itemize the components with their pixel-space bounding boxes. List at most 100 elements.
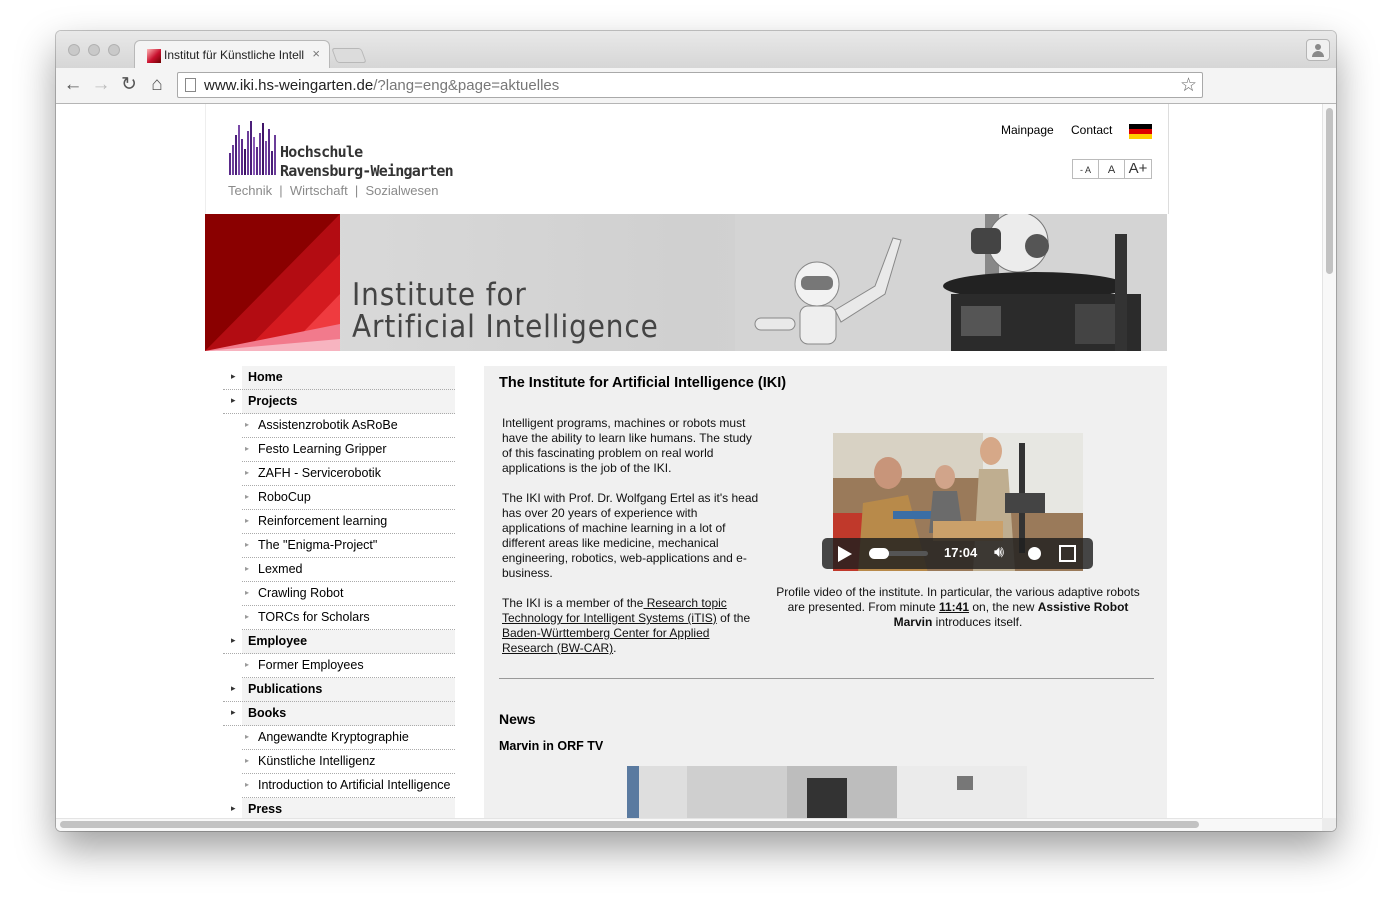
sidebar-item-label[interactable]: Assistenzrobotik AsRoBe — [258, 418, 398, 432]
bullet-icon: ▸ — [231, 707, 236, 717]
sidebar-item-label[interactable]: Künstliche Intelligenz — [258, 754, 375, 768]
back-icon[interactable]: ← — [62, 74, 84, 96]
sidebar-item-label[interactable]: Books — [248, 706, 286, 720]
horizontal-scrollbar[interactable] — [56, 818, 1322, 831]
sidebar-item-label[interactable]: Introduction to Artificial Intelligence — [258, 778, 450, 792]
sidebar-subitem-9[interactable]: ▸ Crawling Robot — [242, 582, 455, 606]
german-flag-icon[interactable] — [1129, 124, 1152, 139]
logo-text-line2: Ravensburg-Weingarten — [280, 162, 454, 180]
robots-image — [735, 214, 1167, 351]
sidebar-subitem-7[interactable]: ▸ The "Enigma-Project" — [242, 534, 455, 558]
address-bar[interactable]: www.iki.hs-weingarten.de/?lang=eng&page=… — [177, 72, 1203, 98]
video-caption: Profile video of the institute. In parti… — [772, 585, 1144, 630]
vertical-scroll-thumb[interactable] — [1326, 108, 1333, 274]
university-logo[interactable]: Hochschule Ravensburg-Weingarten Technik… — [228, 121, 458, 207]
para3-mid: of the — [716, 611, 751, 625]
news-item-title: Marvin in ORF TV — [499, 739, 604, 753]
sidebar-subitem-12[interactable]: ▸ Former Employees — [242, 654, 455, 678]
url-text[interactable]: www.iki.hs-weingarten.de/?lang=eng&page=… — [204, 77, 559, 94]
bookmark-star-icon[interactable]: ☆ — [1180, 74, 1197, 97]
sidebar-item-13[interactable]: ▸ Publications — [223, 678, 455, 702]
sidebar-item-0[interactable]: ▸ Home — [223, 366, 455, 390]
close-window-button[interactable] — [68, 44, 80, 56]
sidebar-item-label[interactable]: Reinforcement learning — [258, 514, 387, 528]
sidebar-item-label[interactable]: The "Enigma-Project" — [258, 538, 377, 552]
timestamp-link[interactable]: 11:41 — [939, 600, 969, 614]
vertical-scrollbar[interactable] — [1322, 104, 1336, 818]
sidebar-subitem-15[interactable]: ▸ Angewandte Kryptographie — [242, 726, 455, 750]
sidebar-item-label[interactable]: RoboCup — [258, 490, 311, 504]
horizontal-scroll-thumb[interactable] — [60, 821, 1199, 828]
forward-icon[interactable]: → — [90, 74, 112, 96]
sidebar-item-label[interactable]: Angewandte Kryptographie — [258, 730, 409, 744]
sidebar-subitem-10[interactable]: ▸ TORCs for Scholars — [242, 606, 455, 630]
sidebar-item-label[interactable]: Festo Learning Gripper — [258, 442, 387, 456]
url-path: /?lang=eng&page=aktuelles — [373, 77, 560, 94]
banner-title-line1: Institute for — [352, 277, 527, 313]
video-progress-knob[interactable] — [869, 548, 889, 559]
sidebar-item-label[interactable]: Press — [248, 802, 282, 816]
sidebar-item-label[interactable]: Projects — [248, 394, 297, 408]
sidebar-subitem-3[interactable]: ▸ Festo Learning Gripper — [242, 438, 455, 462]
bullet-icon: ▸ — [245, 468, 250, 477]
sidebar-item-label[interactable]: Crawling Robot — [258, 586, 343, 600]
font-larger-button[interactable]: A+ — [1125, 160, 1151, 178]
logo-bars-icon — [228, 121, 280, 175]
bullet-icon: ▸ — [245, 612, 250, 621]
bullet-icon: ▸ — [245, 516, 250, 525]
banner-red-graphic — [205, 214, 340, 351]
sidebar-subitem-16[interactable]: ▸ Künstliche Intelligenz — [242, 750, 455, 774]
font-normal-button[interactable]: A — [1099, 160, 1125, 178]
tab-close-icon[interactable]: × — [312, 46, 320, 61]
font-size-controls: - A A A+ — [1072, 159, 1152, 179]
reload-icon[interactable]: ↻ — [118, 74, 140, 96]
sidebar-item-label[interactable]: Lexmed — [258, 562, 302, 576]
play-icon[interactable] — [838, 546, 852, 562]
minimize-window-button[interactable] — [88, 44, 100, 56]
sidebar-subitem-8[interactable]: ▸ Lexmed — [242, 558, 455, 582]
sidebar-subitem-6[interactable]: ▸ Reinforcement learning — [242, 510, 455, 534]
video-controls: 17:04 🔊︎ — [822, 538, 1093, 569]
sidebar-item-label[interactable]: Employee — [248, 634, 307, 648]
new-tab-button[interactable] — [331, 48, 367, 63]
sidebar-item-label[interactable]: TORCs for Scholars — [258, 610, 370, 624]
browser-tab[interactable]: Institut für Künstliche Intelli × — [134, 40, 330, 68]
scroll-corner — [1322, 818, 1336, 831]
bullet-icon: ▸ — [245, 420, 250, 429]
bullet-icon: ▸ — [245, 564, 250, 573]
font-smaller-button[interactable]: - A — [1073, 160, 1099, 178]
bullet-icon: ▸ — [231, 803, 236, 813]
bullet-icon: ▸ — [245, 756, 250, 765]
tab-title: Institut für Künstliche Intelli — [164, 48, 304, 62]
sidebar-item-1[interactable]: ▸ Projects — [223, 390, 455, 414]
home-icon[interactable]: ⌂ — [146, 74, 168, 96]
browser-window: Institut für Künstliche Intelli × ← → ↻ … — [56, 31, 1336, 831]
volume-icon[interactable]: 🔊︎ — [994, 544, 1004, 562]
volume-slider-knob[interactable] — [1028, 547, 1041, 560]
fullscreen-icon[interactable] — [1059, 545, 1076, 562]
caption-text-3: introduces itself. — [932, 615, 1023, 629]
video-duration: 17:04 — [944, 545, 978, 560]
news-heading: News — [499, 711, 536, 727]
sidebar-item-label[interactable]: Publications — [248, 682, 322, 696]
zoom-window-button[interactable] — [108, 44, 120, 56]
url-host: www.iki.hs-weingarten.de — [204, 77, 374, 94]
para3-suffix: . — [613, 641, 617, 655]
sidebar-subitem-17[interactable]: ▸ Introduction to Artificial Intelligence — [242, 774, 455, 798]
caption-text-2: on, the new — [969, 600, 1038, 614]
profile-button[interactable] — [1306, 39, 1330, 61]
sidebar-subitem-2[interactable]: ▸ Assistenzrobotik AsRoBe — [242, 414, 455, 438]
news-video-thumbnail[interactable] — [627, 766, 1027, 826]
sidebar-subitem-5[interactable]: ▸ RoboCup — [242, 486, 455, 510]
sidebar-item-14[interactable]: ▸ Books — [223, 702, 455, 726]
page-viewport: Hochschule Ravensburg-Weingarten Technik… — [56, 104, 1336, 831]
contact-link[interactable]: Contact — [1071, 123, 1112, 137]
sidebar-item-label[interactable]: Home — [248, 370, 283, 384]
sidebar-item-label[interactable]: Former Employees — [258, 658, 364, 672]
video-progress-bar[interactable] — [869, 548, 928, 559]
bw-car-link[interactable]: Baden-Württemberg Center for Applied Res… — [502, 626, 709, 655]
sidebar-item-11[interactable]: ▸ Employee — [223, 630, 455, 654]
sidebar-subitem-4[interactable]: ▸ ZAFH - Servicerobotik — [242, 462, 455, 486]
sidebar-item-label[interactable]: ZAFH - Servicerobotik — [258, 466, 381, 480]
mainpage-link[interactable]: Mainpage — [1001, 123, 1054, 137]
